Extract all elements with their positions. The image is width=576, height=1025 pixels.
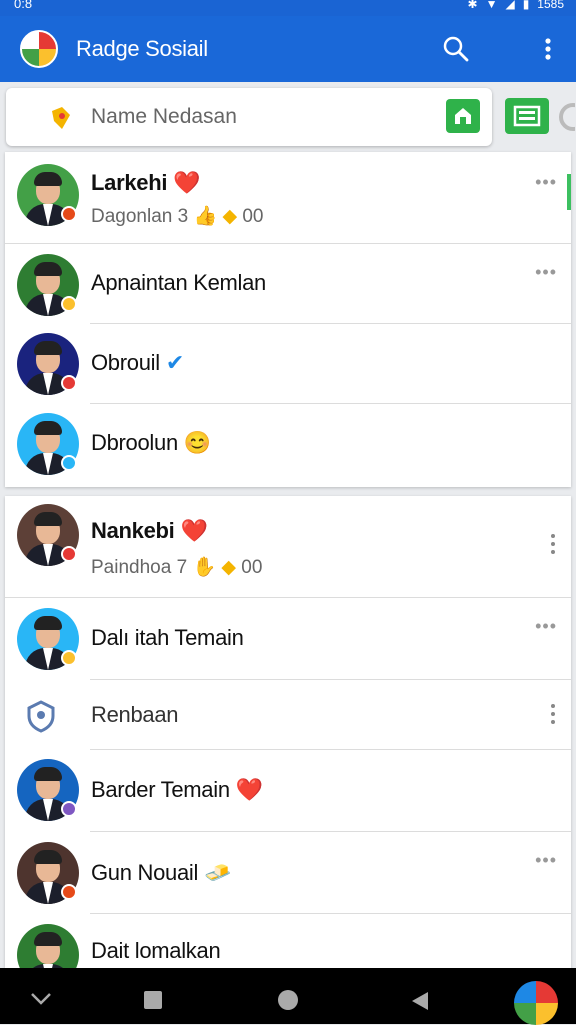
app-bar: Radge Sosiail bbox=[0, 16, 576, 82]
news-icon bbox=[513, 105, 541, 127]
list-item[interactable]: Dbroolun 😊 bbox=[5, 404, 571, 487]
status-time: 0:8 bbox=[14, 0, 33, 11]
avatar bbox=[17, 924, 79, 968]
contact-name: Nankebi ❤️ bbox=[91, 518, 208, 544]
contact-name-text: Obrouil bbox=[91, 350, 160, 375]
status-bar: 0:8 ✱ ▼ ◢ ▮ 1585 bbox=[0, 0, 576, 16]
subtitle-count: 00 bbox=[242, 206, 264, 227]
more-options-button[interactable] bbox=[551, 534, 555, 558]
contact-name-text: Dbroolun bbox=[91, 430, 178, 455]
refresh-icon[interactable] bbox=[555, 102, 575, 132]
news-filter-button[interactable] bbox=[505, 98, 549, 134]
subtitle-text: Dagonlan 3 bbox=[91, 206, 189, 227]
status-icons: ✱ ▼ ◢ ▮ 1585 bbox=[468, 0, 565, 10]
contact-name: Obrouil ✔ bbox=[91, 350, 184, 376]
list-item[interactable]: Obrouil ✔ bbox=[5, 324, 571, 404]
more-options-button[interactable]: ••• bbox=[535, 172, 557, 193]
app-title: Radge Sosiail bbox=[76, 36, 208, 61]
shield-icon bbox=[27, 700, 55, 733]
chat-card-1: Larkehi ❤️ Dagonlan 3 👍 ◆ 00 ••• Apnainta… bbox=[5, 152, 571, 487]
list-item[interactable]: Apnaintan Kemlan ••• bbox=[5, 244, 571, 324]
contact-name: Dbroolun 😊 bbox=[91, 430, 211, 456]
contact-name: Apnaintan Kemlan bbox=[91, 270, 266, 295]
status-badge bbox=[61, 455, 77, 471]
list-item[interactable]: Barder Temain ❤️ bbox=[5, 750, 571, 832]
smile-icon: 😊 bbox=[183, 430, 211, 455]
list-item[interactable]: Dait lomalkan bbox=[5, 914, 571, 968]
status-badge bbox=[61, 206, 77, 222]
navigation-bar bbox=[0, 968, 576, 1025]
status-badge bbox=[61, 650, 77, 666]
more-options-button[interactable]: ••• bbox=[535, 262, 557, 283]
more-vert-icon bbox=[545, 38, 551, 60]
status-badge bbox=[61, 296, 77, 312]
heart-icon: ❤️ bbox=[180, 518, 208, 543]
list-item[interactable]: Dalı itah Temain ••• bbox=[5, 598, 571, 680]
tag-icon bbox=[52, 107, 70, 129]
butter-icon: 🧈 bbox=[204, 860, 232, 885]
chevron-down-icon[interactable] bbox=[30, 992, 52, 1006]
status-badge bbox=[61, 375, 77, 391]
check-icon: ✔ bbox=[165, 350, 184, 375]
more-options-button[interactable]: ••• bbox=[535, 616, 557, 637]
contact-name-text: Barder Temain bbox=[91, 777, 230, 802]
money-icon: ✋ bbox=[192, 557, 217, 578]
coin-icon: ◆ bbox=[222, 206, 238, 227]
search-icon bbox=[443, 36, 469, 62]
more-options-button[interactable] bbox=[551, 704, 555, 728]
contact-name: Renbaan bbox=[91, 702, 179, 727]
heart-icon: ❤️ bbox=[173, 170, 201, 195]
contact-name-text: Larkehi bbox=[91, 170, 168, 195]
bluetooth-icon: ✱ bbox=[467, 0, 478, 11]
search-button[interactable] bbox=[441, 34, 471, 64]
contact-name: Gun Nouail 🧈 bbox=[91, 860, 231, 886]
recents-button[interactable] bbox=[144, 991, 162, 1009]
search-input[interactable] bbox=[91, 102, 431, 132]
back-icon[interactable] bbox=[410, 990, 430, 1012]
contact-name-text: Gun Nouail bbox=[91, 860, 199, 885]
home-button[interactable] bbox=[278, 990, 298, 1010]
status-badge bbox=[61, 801, 77, 817]
contact-name: Dalı itah Temain bbox=[91, 625, 244, 650]
wifi-icon: ▼ bbox=[485, 0, 498, 11]
contact-name: Larkehi ❤️ bbox=[91, 170, 201, 196]
contact-name-text: Nankebi bbox=[91, 518, 175, 543]
battery-icon: ▮ bbox=[522, 0, 530, 11]
launcher-icon[interactable] bbox=[514, 981, 558, 1025]
subtitle-text: Paindhoa 7 bbox=[91, 557, 188, 578]
list-item[interactable]: Larkehi ❤️ Dagonlan 3 👍 ◆ 00 ••• bbox=[5, 152, 571, 244]
heart-icon: ❤️ bbox=[235, 777, 263, 802]
chat-card-2: Nankebi ❤️ Paindhoa 7 ✋ ◆ 00 Dalı itah Te… bbox=[5, 496, 571, 968]
status-badge bbox=[61, 546, 77, 562]
contact-name: Barder Temain ❤️ bbox=[91, 777, 263, 803]
contact-subtitle: Paindhoa 7 ✋ ◆ 00 bbox=[91, 555, 262, 579]
logo-icon bbox=[20, 30, 58, 68]
contact-subtitle: Dagonlan 3 👍 ◆ 00 bbox=[91, 204, 263, 228]
list-item[interactable]: Renbaan bbox=[5, 680, 571, 750]
search-bar bbox=[6, 88, 492, 146]
status-battery-text: 1585 bbox=[537, 0, 564, 11]
list-item[interactable]: Gun Nouail 🧈 ••• bbox=[5, 832, 571, 914]
coin-icon: ◆ bbox=[221, 557, 237, 578]
home-filter-button[interactable] bbox=[446, 99, 480, 133]
subtitle-count: 00 bbox=[241, 557, 263, 578]
more-menu-button[interactable] bbox=[533, 34, 563, 64]
list-item[interactable]: Nankebi ❤️ Paindhoa 7 ✋ ◆ 00 bbox=[5, 496, 571, 598]
home-icon bbox=[455, 108, 471, 124]
more-options-button[interactable]: ••• bbox=[535, 850, 557, 871]
signal-icon: ◢ bbox=[505, 0, 515, 11]
status-badge bbox=[61, 884, 77, 900]
thumbs-up-icon: 👍 bbox=[193, 206, 218, 227]
contact-name: Dait lomalkan bbox=[91, 938, 221, 963]
